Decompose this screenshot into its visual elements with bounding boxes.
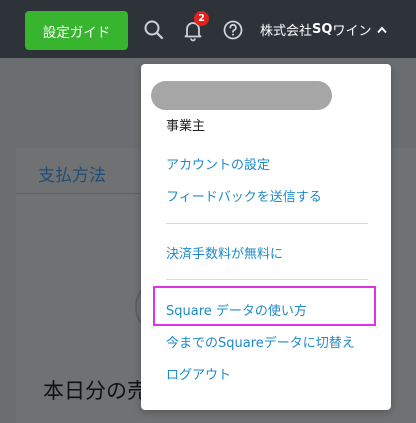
free-fees-link[interactable]: 決済手数料が無料に: [166, 243, 283, 262]
today-sales-heading: 本日分の売: [43, 379, 141, 403]
menu-divider: [166, 279, 368, 280]
send-feedback-link[interactable]: フィードバックを送信する: [166, 186, 322, 205]
search-icon[interactable]: [143, 19, 165, 41]
switch-square-data-link[interactable]: 今までのSquareデータに切替え: [166, 332, 355, 351]
help-icon[interactable]: [222, 19, 244, 41]
tab-divider: [16, 193, 141, 194]
square-data-usage-link[interactable]: Square データの使い方: [166, 300, 307, 319]
chevron-up-icon: [377, 25, 388, 33]
account-menu-toggle[interactable]: 株式会社 SQ ワイン: [260, 20, 388, 39]
top-bar: 設定ガイド 2 株式会社 SQ ワイン: [0, 0, 416, 58]
tab-payment-methods[interactable]: 支払方法: [38, 161, 106, 186]
setup-guide-button[interactable]: 設定ガイド: [25, 11, 128, 50]
notification-badge: 2: [194, 11, 209, 26]
user-role: 事業主: [166, 119, 206, 134]
account-name-bold: SQ: [312, 22, 333, 37]
account-name-suffix: ワイン: [332, 24, 372, 39]
logout-link[interactable]: ログアウト: [166, 364, 231, 383]
account-name: 株式会社: [260, 24, 313, 39]
menu-divider: [166, 223, 368, 224]
account-settings-link[interactable]: アカウントの設定: [166, 154, 270, 173]
redacted-name: [151, 81, 332, 110]
account-dropdown: 事業主 アカウントの設定 フィードバックを送信する 決済手数料が無料に Squa…: [141, 64, 391, 410]
